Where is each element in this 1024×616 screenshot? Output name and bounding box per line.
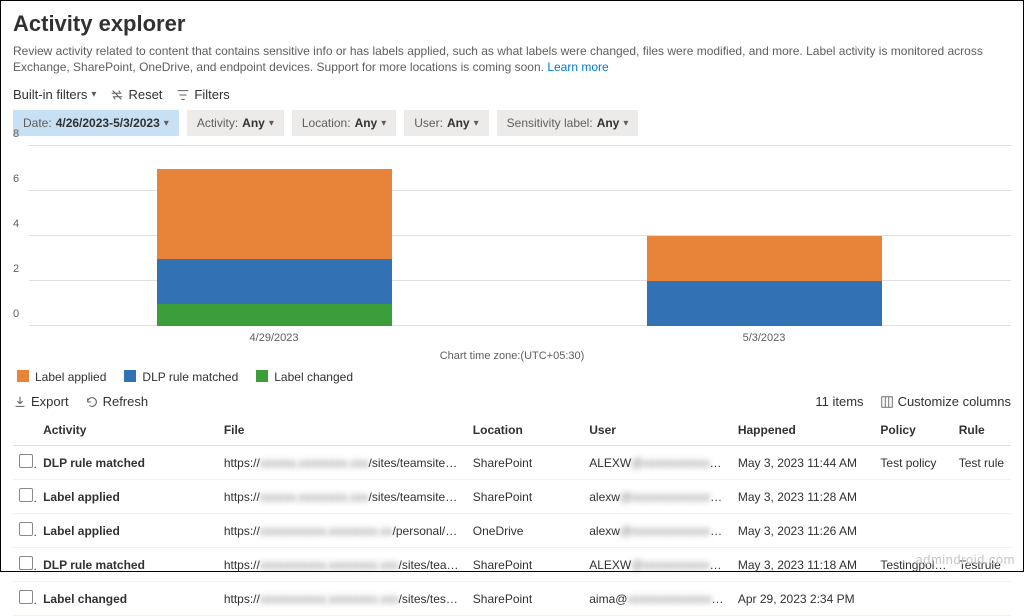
customize-columns-button[interactable]: Customize columns: [880, 394, 1011, 409]
refresh-icon: [85, 395, 99, 409]
table-row[interactable]: Label changedhttps://xxxxxxxxxxx.xxxxxxx…: [13, 582, 1011, 616]
filter-chip-location[interactable]: Location: Any ▾: [292, 110, 396, 136]
chart-timezone-note: Chart time zone:(UTC+05:30): [13, 350, 1011, 362]
col-rule[interactable]: Rule: [953, 415, 1011, 446]
refresh-button[interactable]: Refresh: [85, 394, 149, 409]
chevron-down-icon: ▾: [381, 118, 386, 129]
activity-table: Activity File Location User Happened Pol…: [13, 415, 1011, 616]
reset-button[interactable]: Reset: [110, 87, 162, 102]
builtin-filters-button[interactable]: Built-in filters ▾: [13, 87, 96, 102]
chevron-down-icon: ▾: [623, 118, 628, 129]
col-user[interactable]: User: [583, 415, 732, 446]
chart-legend: Label applied DLP rule matched Label cha…: [17, 370, 1011, 384]
row-checkbox[interactable]: [19, 454, 33, 468]
row-checkbox[interactable]: [19, 522, 33, 536]
download-icon: [13, 395, 27, 409]
item-count: 11 items: [815, 394, 863, 409]
watermark: admindroid.com: [916, 552, 1016, 567]
row-checkbox[interactable]: [19, 590, 33, 604]
filters-button[interactable]: Filters: [176, 87, 229, 102]
filter-icon: [176, 88, 190, 102]
row-checkbox[interactable]: [19, 556, 33, 570]
columns-icon: [880, 395, 894, 409]
chevron-down-icon: ▾: [474, 118, 479, 129]
export-button[interactable]: Export: [13, 394, 69, 409]
activity-chart: 024684/29/20235/3/2023: [13, 146, 1011, 346]
col-activity[interactable]: Activity: [37, 415, 218, 446]
chevron-down-icon: ▾: [91, 89, 96, 100]
learn-more-link[interactable]: Learn more: [547, 60, 608, 74]
page-title: Activity explorer: [13, 11, 1011, 37]
row-checkbox[interactable]: [19, 488, 33, 502]
chevron-down-icon: ▾: [269, 118, 274, 129]
col-location[interactable]: Location: [467, 415, 583, 446]
col-file[interactable]: File: [218, 415, 467, 446]
col-policy[interactable]: Policy: [874, 415, 952, 446]
table-row[interactable]: Label appliedhttps://xxxxxx.xxxxxxxx.xxx…: [13, 480, 1011, 514]
table-row[interactable]: Label appliedhttps://xxxxxxxxxxx.xxxxxxx…: [13, 514, 1011, 548]
reset-icon: [110, 88, 124, 102]
chevron-down-icon: ▾: [164, 118, 169, 129]
filter-chip-date[interactable]: Date: 4/26/2023-5/3/2023 ▾: [13, 110, 179, 136]
col-happened[interactable]: Happened: [732, 415, 875, 446]
filter-chip-activity[interactable]: Activity: Any ▾: [187, 110, 284, 136]
table-row[interactable]: DLP rule matchedhttps://xxxxxx.xxxxxxxx.…: [13, 446, 1011, 480]
page-description: Review activity related to content that …: [13, 43, 1011, 75]
filter-chip-user[interactable]: User: Any ▾: [404, 110, 488, 136]
table-row[interactable]: DLP rule matchedhttps://xxxxxxxxxxx.xxxx…: [13, 548, 1011, 582]
filter-chip-sensitivity[interactable]: Sensitivity label: Any ▾: [497, 110, 639, 136]
